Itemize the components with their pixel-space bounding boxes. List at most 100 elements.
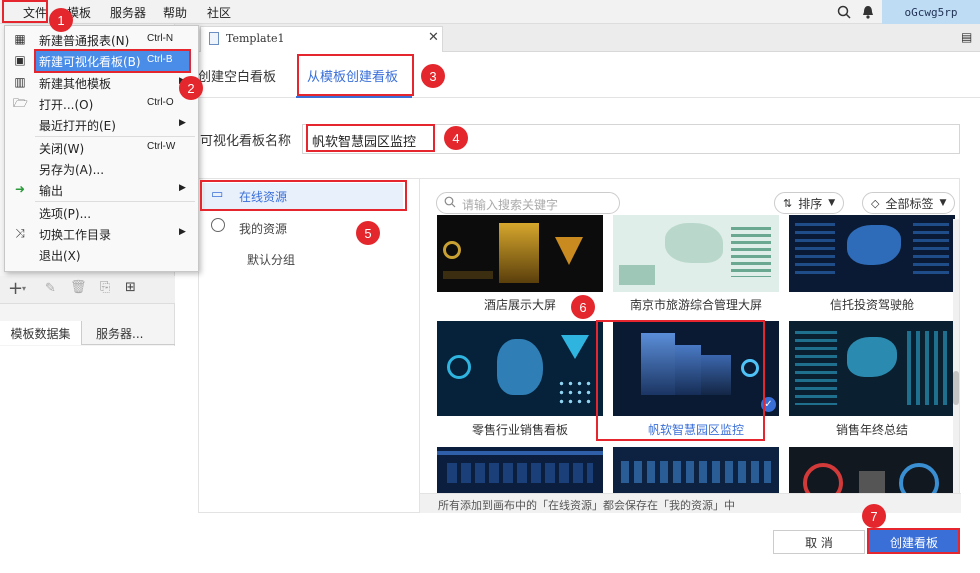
- user-icon: [211, 218, 225, 232]
- chevron-right-icon: ▶: [179, 227, 186, 237]
- menu-item-exit[interactable]: 退出(X): [5, 244, 198, 265]
- template-caption: 信托投资驾驶舱: [829, 298, 914, 312]
- menu-item-shortcut: Ctrl-N: [147, 33, 174, 44]
- highlight-selected-template: [596, 320, 765, 441]
- cancel-button[interactable]: 取 消: [773, 530, 865, 554]
- export-icon: ➜: [14, 182, 26, 196]
- sidebar-mine-label: 我的资源: [239, 222, 288, 236]
- template-card[interactable]: 信托投资驾驶舱: [789, 215, 955, 337]
- search-field-icon: [444, 196, 456, 211]
- search-placeholder: 请输入搜索关键字: [462, 198, 559, 212]
- tags-label: 全部标签: [885, 196, 934, 211]
- tag-icon: ◇: [871, 196, 880, 210]
- menu-server[interactable]: 服务器: [110, 4, 146, 21]
- file-icon: [209, 32, 219, 45]
- preview-icon[interactable]: ⎘: [100, 280, 110, 295]
- tab-template-dataset[interactable]: 模板数据集: [0, 321, 82, 345]
- chevron-right-icon: ▶: [179, 118, 186, 128]
- edit-icon[interactable]: ✎: [45, 281, 56, 296]
- step-badge-3: 3: [421, 64, 445, 88]
- menu-help[interactable]: 帮助: [163, 4, 187, 21]
- menu-item-label: 切换工作目录: [39, 228, 112, 242]
- step-badge-7: 7: [862, 504, 886, 528]
- menu-bar: 文件 模板 服务器 帮助 社区 oGcwg5rp: [0, 0, 980, 24]
- panel-toggle-icon[interactable]: ▤: [961, 30, 972, 44]
- tags-dropdown[interactable]: ◇ 全部标签 ▼: [862, 192, 956, 214]
- template-card[interactable]: 南京市旅游综合管理大屏: [613, 215, 779, 337]
- tab-label: Template1: [226, 32, 285, 45]
- resource-panel: ▭ 在线资源 我的资源 默认分组 请输入搜索关键字 ⇅ 排序 ▼ ◇ 全部标签: [198, 178, 961, 513]
- template-card[interactable]: 零售行业销售看板: [437, 321, 603, 443]
- menu-item-new-report[interactable]: ▦ 新建普通报表(N) Ctrl-N: [5, 29, 198, 50]
- template-caption: 南京市旅游综合管理大屏: [629, 298, 762, 312]
- menu-item-label: 输出: [39, 184, 64, 198]
- search-icon[interactable]: [837, 5, 851, 22]
- tab-template1[interactable]: Template1 ✕: [200, 26, 443, 52]
- tab-server-dataset[interactable]: 服务器...: [96, 325, 143, 342]
- highlight-template-tab: [297, 54, 414, 96]
- template-card[interactable]: 销售年终总结: [789, 321, 955, 443]
- delete-icon[interactable]: 🗑: [70, 280, 87, 295]
- highlight-name-input: [306, 124, 435, 152]
- left-toolbar: + ▾ ✎ 🗑 ⎘ ⊞: [0, 276, 175, 304]
- menu-item-shortcut: Ctrl-O: [147, 97, 174, 108]
- template-thumbnail: [613, 215, 779, 292]
- chevron-down-icon: ▼: [828, 198, 836, 208]
- step-badge-6: 6: [571, 295, 595, 319]
- highlight-new-dashboard: [34, 49, 191, 73]
- menu-item-close[interactable]: 关闭(W) Ctrl-W: [5, 137, 198, 158]
- user-account[interactable]: oGcwg5rp: [882, 0, 980, 24]
- sort-dropdown[interactable]: ⇅ 排序 ▼: [774, 192, 845, 214]
- folder-open-icon: 🗁: [13, 96, 28, 110]
- menu-item-label: 最近打开的(E): [39, 119, 116, 133]
- highlight-file-menu: [2, 0, 48, 23]
- menu-item-export[interactable]: ➜ 输出 ▶: [5, 179, 198, 200]
- active-tab-underline: [296, 96, 412, 98]
- menu-item-label: 新建普通报表(N): [39, 34, 130, 48]
- close-icon[interactable]: ✕: [428, 30, 439, 45]
- search-input[interactable]: 请输入搜索关键字: [436, 192, 620, 214]
- template-thumbnail[interactable]: [437, 447, 603, 493]
- left-tabs: 模板数据集 服务器...: [0, 321, 175, 345]
- dashboard-icon: ▣: [14, 53, 26, 67]
- template-thumbnail[interactable]: [789, 447, 955, 493]
- step-badge-5: 5: [356, 221, 380, 245]
- menu-item-label: 打开...(O): [39, 98, 94, 112]
- template-caption: 销售年终总结: [835, 423, 908, 437]
- menu-item-open[interactable]: 🗁 打开...(O) Ctrl-O: [5, 93, 198, 114]
- menu-community[interactable]: 社区: [207, 4, 231, 21]
- template-thumbnail: [789, 321, 955, 416]
- grid-icon: ▦: [14, 32, 26, 46]
- menu-item-label: 退出(X): [39, 249, 81, 263]
- scrollbar-thumb[interactable]: [953, 371, 959, 405]
- chevron-right-icon: ▶: [179, 183, 186, 193]
- step-badge-1: 1: [49, 8, 73, 32]
- chevron-down-icon: ▼: [939, 198, 947, 208]
- shuffle-icon: ⤨: [15, 226, 25, 240]
- tab-create-blank[interactable]: 创建空白看板: [198, 66, 276, 85]
- sort-label: 排序: [798, 196, 823, 211]
- menu-item-label: 选项(P)...: [39, 207, 92, 221]
- menu-item-save-as[interactable]: 另存为(A)...: [5, 158, 198, 179]
- table-icon: ▥: [14, 75, 26, 89]
- highlight-create-button: [867, 528, 960, 554]
- bell-icon[interactable]: [862, 5, 874, 22]
- step-badge-2: 2: [179, 76, 203, 100]
- sidebar-default-group[interactable]: 默认分组: [247, 251, 295, 268]
- menu-item-shortcut: Ctrl-W: [147, 141, 176, 152]
- sort-icon: ⇅: [783, 196, 793, 210]
- menu-item-recent[interactable]: 最近打开的(E) ▶: [5, 114, 198, 135]
- gallery-scrollbar[interactable]: [953, 219, 959, 493]
- template-thumbnail: [789, 215, 955, 292]
- menu-item-options[interactable]: 选项(P)...: [5, 202, 198, 223]
- template-thumbnail[interactable]: [613, 447, 779, 493]
- name-label: 可视化看板名称: [200, 134, 292, 149]
- template-card[interactable]: 酒店展示大屏: [437, 215, 603, 337]
- template-caption: 零售行业销售看板: [471, 423, 568, 437]
- menu-item-label: 另存为(A)...: [39, 163, 105, 177]
- menu-item-switch-dir[interactable]: ⤨ 切换工作目录 ▶: [5, 223, 198, 244]
- menu-item-new-other[interactable]: ▥ 新建其他模板 ▶: [5, 72, 198, 93]
- dataset-edit-icon[interactable]: ⊞: [125, 280, 136, 295]
- chevron-down-icon[interactable]: ▾: [22, 284, 26, 293]
- add-icon[interactable]: +: [8, 278, 23, 299]
